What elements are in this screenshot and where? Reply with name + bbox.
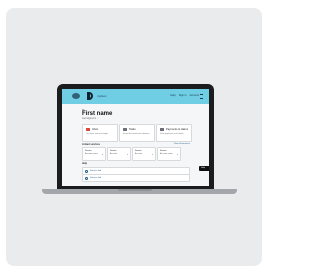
account-value: Account name xyxy=(160,153,173,155)
nav-help[interactable]: Help xyxy=(170,94,175,97)
page-title: First name xyxy=(82,111,113,117)
tasks-icon xyxy=(123,128,127,131)
tile-desc: Items that need your attention xyxy=(123,133,150,135)
account-value: Account name xyxy=(85,153,98,155)
laptop-screen: myGov Help Sign in Account Hi, First nam… xyxy=(62,89,209,186)
laptop-notch xyxy=(118,189,152,191)
tile-desc: You have new messages xyxy=(86,133,109,135)
header-nav: Help Sign in Account xyxy=(170,94,199,97)
tile-tasks[interactable]: Tasks Items that need your attention xyxy=(119,124,155,142)
section-title: Linked services xyxy=(82,143,100,146)
tile-label: Inbox xyxy=(92,128,99,131)
inbox-icon xyxy=(86,128,90,131)
chevron-right-icon: › xyxy=(102,152,103,156)
tile-desc: View payments and claims xyxy=(160,133,184,135)
account-label: Service xyxy=(135,150,142,152)
crest-icon xyxy=(72,93,80,99)
list-item-label: Service link xyxy=(90,176,102,179)
side-help-label: Help xyxy=(201,167,206,169)
circle-icon xyxy=(85,169,88,173)
app-logo-icon[interactable] xyxy=(87,92,93,100)
nav-sign-in[interactable]: Sign in xyxy=(179,94,187,97)
account-card[interactable]: Service Account name › xyxy=(157,147,181,161)
circle-icon xyxy=(85,176,88,180)
page-subtitle: Last signed in ... xyxy=(82,118,99,120)
tile-inbox[interactable]: Inbox You have new messages xyxy=(82,124,118,142)
app-header: myGov Help Sign in Account xyxy=(62,89,209,104)
menu-icon[interactable] xyxy=(200,94,203,99)
account-value: Account xyxy=(110,153,118,155)
list-item-label: Service link xyxy=(90,169,102,172)
account-label: Service xyxy=(160,150,167,152)
chevron-right-icon: › xyxy=(152,152,153,156)
account-card[interactable]: Service Account › xyxy=(107,147,131,161)
list-title: Help xyxy=(82,163,87,165)
account-value: Account xyxy=(135,153,143,155)
brand-name: myGov xyxy=(97,94,107,98)
view-all-link[interactable]: View all services xyxy=(174,143,190,145)
account-card[interactable]: Service Account › xyxy=(132,147,156,161)
side-help-button[interactable]: Help xyxy=(199,166,209,171)
list-item[interactable]: Service link xyxy=(82,174,190,182)
account-label: Service xyxy=(110,150,117,152)
chevron-right-icon: › xyxy=(127,152,128,156)
account-card[interactable]: Service Account name › xyxy=(82,147,106,161)
payments-icon xyxy=(160,128,164,131)
nav-account[interactable]: Account xyxy=(190,94,199,97)
dashboard-page: Hi, First name Last signed in ... Inbox … xyxy=(62,104,209,186)
tile-payments[interactable]: Payments & claims View payments and clai… xyxy=(156,124,192,142)
account-label: Service xyxy=(85,150,92,152)
laptop-lid: myGov Help Sign in Account Hi, First nam… xyxy=(57,84,214,189)
tile-label: Payments & claims xyxy=(166,128,189,131)
chevron-right-icon: › xyxy=(177,152,178,156)
tile-label: Tasks xyxy=(129,128,136,131)
